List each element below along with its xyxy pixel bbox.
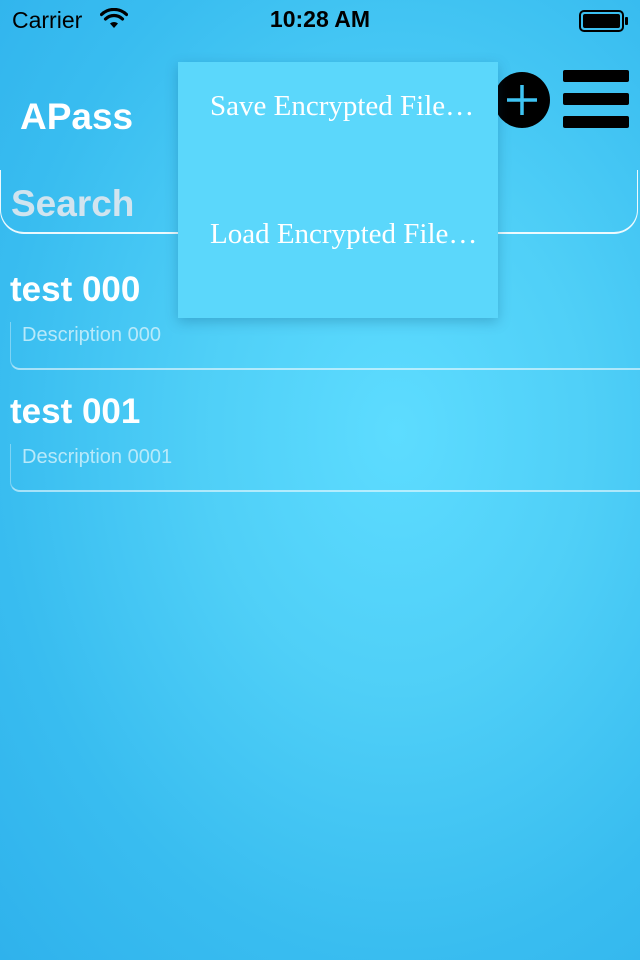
popup-menu: Save Encrypted File… Load Encrypted File…	[178, 62, 498, 318]
list-item[interactable]: test 001 Description 0001	[10, 392, 640, 508]
status-bar: Carrier 10:28 AM	[0, 0, 640, 40]
entry-description-field: Description 000	[10, 322, 640, 370]
clock: 10:28 AM	[269, 6, 371, 32]
add-entry-button[interactable]	[494, 72, 550, 128]
entry-title: test 001	[10, 392, 141, 431]
load-encrypted-file-menu-item[interactable]: Load Encrypted File…	[210, 214, 480, 255]
hamburger-menu-icon	[563, 70, 629, 128]
save-encrypted-file-menu-item[interactable]: Save Encrypted File…	[210, 86, 480, 127]
menu-button[interactable]	[563, 70, 629, 128]
entry-description-field: Description 0001	[10, 444, 640, 492]
entry-title: test 000	[10, 270, 141, 309]
entry-description: Description 0001	[22, 446, 173, 468]
plus-circle-icon	[507, 85, 537, 115]
app-title: APass	[20, 96, 134, 137]
battery-icon	[579, 10, 628, 32]
entry-description: Description 000	[22, 324, 161, 346]
